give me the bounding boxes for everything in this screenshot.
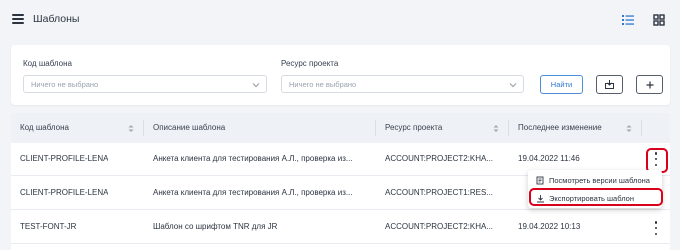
column-divider (508, 120, 509, 136)
chevron-down-icon (509, 83, 517, 88)
filter-panel: Код шаблона Ничего не выбрано Ресурс про… (11, 45, 670, 105)
grid-view-icon[interactable] (651, 12, 667, 28)
template-code-placeholder: Ничего не выбрано (31, 80, 99, 89)
add-button[interactable] (636, 75, 663, 94)
import-button[interactable] (596, 75, 623, 94)
top-bar: Шаблоны (0, 0, 680, 40)
column-header-resource: Ресурс проекта (385, 123, 443, 132)
cell-code: TEST-FONT-JR (20, 222, 77, 231)
cell-resource: ACCOUNT:PROJECT1:RES... (385, 188, 494, 197)
column-divider (375, 120, 376, 136)
column-header-modified: Последнее изменение (518, 123, 602, 132)
list-view-icon[interactable] (620, 12, 636, 28)
column-header-code: Код шаблона (20, 123, 69, 132)
cell-description: Анкета клиента для тестирования А.Л., пр… (153, 188, 353, 197)
column-divider (641, 120, 642, 136)
cell-modified: 19.04.2022 10:13 (518, 222, 581, 231)
table-row[interactable]: TEST-FONT-JR Шаблон со шрифтом TNR для J… (11, 211, 670, 244)
find-button[interactable]: Найти (540, 75, 583, 94)
cell-code: CLIENT-PROFILE-LENA (20, 188, 109, 197)
add-icon (646, 81, 653, 88)
page-title: Шаблоны (33, 13, 80, 25)
import-icon (605, 80, 614, 89)
kebab-menu-icon[interactable] (654, 221, 658, 235)
sort-icon[interactable] (493, 124, 499, 133)
sort-icon[interactable] (626, 124, 632, 133)
column-header-description: Описание шаблона (153, 123, 226, 132)
export-highlight (529, 188, 663, 206)
menu-item-view-versions[interactable]: Посмотреть версии шаблона (528, 172, 662, 188)
column-divider (143, 120, 144, 136)
cell-resource: ACCOUNT:PROJECT2:KHA... (385, 222, 494, 231)
cell-description: Шаблон со шрифтом TNR для JR (153, 222, 278, 231)
hamburger-menu-icon[interactable] (12, 14, 24, 24)
cell-modified: 19.04.2022 11:46 (518, 154, 580, 163)
versions-icon (536, 176, 544, 184)
chevron-down-icon (252, 83, 260, 88)
cell-code: CLIENT-PROFILE-LENA (20, 154, 109, 163)
table-header: Код шаблона Описание шаблона Ресурс прое… (11, 113, 670, 143)
menu-item-label: Посмотреть версии шаблона (549, 175, 650, 185)
project-resource-label: Ресурс проекта (281, 59, 339, 68)
project-resource-placeholder: Ничего не выбрано (289, 80, 357, 89)
sort-icon[interactable] (128, 124, 134, 133)
template-code-label: Код шаблона (23, 59, 72, 68)
cell-resource: ACCOUNT:PROJECT2:KHA... (385, 154, 494, 163)
project-resource-select[interactable]: Ничего не выбрано (281, 75, 524, 93)
template-code-select[interactable]: Ничего не выбрано (23, 75, 267, 93)
cell-description: Анкета клиента для тестирования А.Л., пр… (153, 154, 353, 163)
